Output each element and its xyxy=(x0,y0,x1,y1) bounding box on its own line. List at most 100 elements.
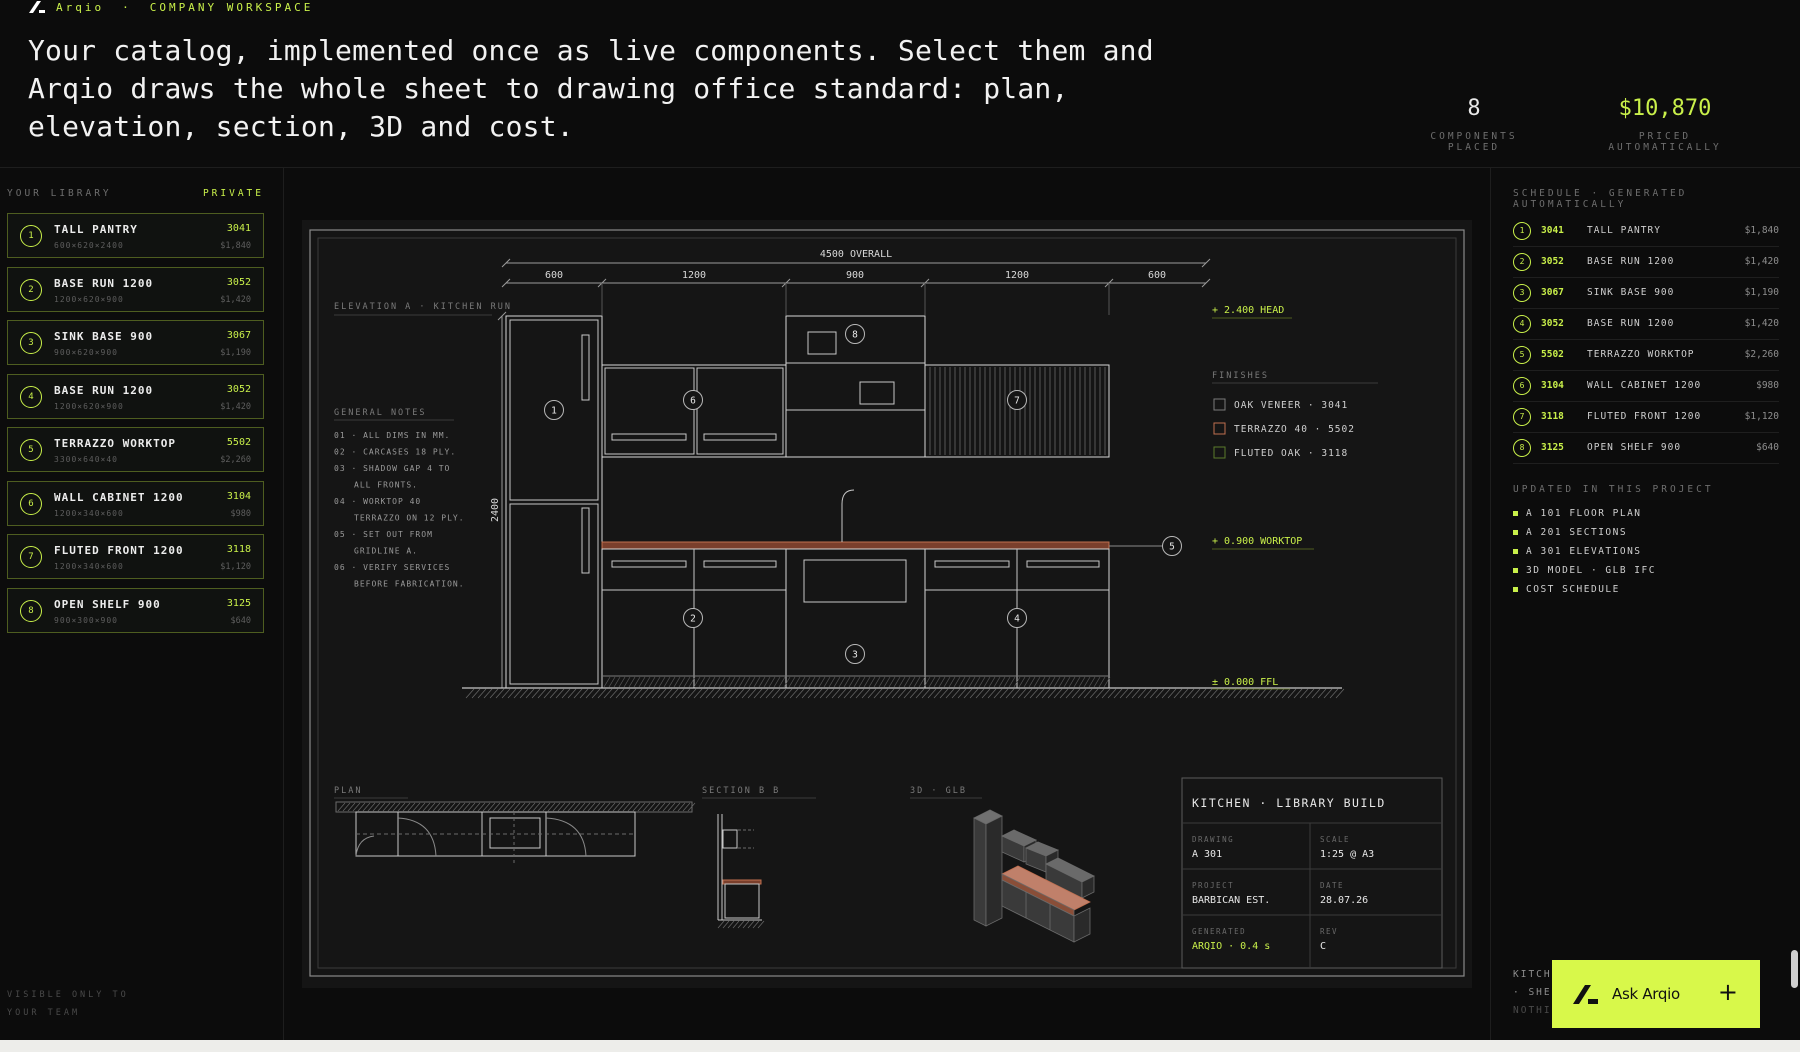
library-footer: VISIBLE ONLY TO YOUR TEAM xyxy=(7,986,129,1022)
note-line: GRIDLINE A. xyxy=(354,547,418,556)
level-worktop: + 0.900 WORKTOP xyxy=(1212,536,1302,547)
library-item[interactable]: 2 BASE RUN 1200 1200×620×900 3052 $1,420 xyxy=(7,266,264,312)
item-code: 3052 xyxy=(226,383,251,395)
item-price: $980 xyxy=(230,508,251,519)
item-code: 3125 xyxy=(226,597,251,609)
elevation-label: ELEVATION A · KITCHEN RUN xyxy=(334,302,512,312)
tb-scale: 1:25 @ A3 xyxy=(1320,849,1374,860)
item-dims: 3300×640×40 xyxy=(54,455,118,464)
notes-title: GENERAL NOTES xyxy=(334,408,427,418)
finish-label: FLUTED OAK · 3118 xyxy=(1234,448,1348,459)
floor-hatch xyxy=(465,688,1345,699)
row-code: 3125 xyxy=(1541,442,1564,453)
section-hatch xyxy=(717,920,765,929)
row-name: FLUTED FRONT 1200 xyxy=(1587,411,1702,422)
library-title: YOUR LIBRARY xyxy=(7,188,112,199)
item-name: BASE RUN 1200 xyxy=(54,276,154,290)
schedule-row[interactable]: 8 3125 OPEN SHELF 900 $640 xyxy=(1513,433,1779,464)
row-name: BASE RUN 1200 xyxy=(1587,318,1675,329)
library-item[interactable]: 4 BASE RUN 1200 1200×620×900 3052 $1,420 xyxy=(7,373,264,419)
updated-title: UPDATED IN THIS PROJECT xyxy=(1513,484,1714,495)
footer-line: NOTHI xyxy=(1513,1005,1552,1016)
row-price: $640 xyxy=(1756,442,1779,453)
elevation-drawing xyxy=(505,315,1111,689)
row-code: 3052 xyxy=(1541,318,1564,329)
schedule-footer: KITCH · SHE NOTHI xyxy=(1513,966,1552,1020)
library-item[interactable]: 7 FLUTED FRONT 1200 1200×340×600 3118 $1,120 xyxy=(7,534,264,579)
schedule-row[interactable]: 3 3067 SINK BASE 900 $1,190 xyxy=(1513,278,1779,309)
tb-project-label: PROJECT xyxy=(1192,881,1234,890)
item-name: OPEN SHELF 900 xyxy=(54,597,161,611)
row-number: 6 xyxy=(1513,377,1531,395)
row-price: $2,260 xyxy=(1744,349,1779,360)
scrollbar-thumb[interactable] xyxy=(1791,950,1798,988)
updated-item[interactable]: A 201 SECTIONS xyxy=(1513,527,1627,538)
bullet-icon xyxy=(1513,530,1518,535)
tb-generated: ARQIO · 0.4 s xyxy=(1192,941,1270,952)
schedule-row[interactable]: 6 3104 WALL CABINET 1200 $980 xyxy=(1513,371,1779,402)
row-price: $1,120 xyxy=(1744,411,1779,422)
library-item[interactable]: 5 TERRAZZO WORKTOP 3300×640×40 5502 $2,260 xyxy=(7,427,264,472)
plan-label: PLAN xyxy=(334,786,362,796)
library-panel: YOUR LIBRARY PRIVATE 1 TALL PANTRY 600×620… xyxy=(0,168,284,1052)
note-line: TERRAZZO ON 12 PLY. xyxy=(354,514,465,523)
item-number: 3 xyxy=(20,332,42,354)
item-code: 3052 xyxy=(226,276,251,288)
stat-label: PRICED AUTOMATICALLY xyxy=(1608,131,1722,153)
section-drawing xyxy=(717,814,762,921)
tb-date: 28.07.26 xyxy=(1320,895,1368,906)
updated-item[interactable]: A 101 FLOOR PLAN xyxy=(1513,508,1642,519)
schedule-row[interactable]: 7 3118 FLUTED FRONT 1200 $1,120 xyxy=(1513,402,1779,433)
library-item[interactable]: 6 WALL CABINET 1200 1200×340×600 3104 $980 xyxy=(7,480,264,526)
item-code: 3118 xyxy=(226,544,251,555)
drawing-sheet: 4500 OVERALL 600 1200 900 1200 600 ELEVA… xyxy=(309,229,1465,977)
item-code: 5502 xyxy=(226,437,251,448)
schedule-row[interactable]: 4 3052 BASE RUN 1200 $1,420 xyxy=(1513,309,1779,340)
footer-line: · SHE xyxy=(1513,987,1552,998)
finish-label: TERRAZZO 40 · 5502 xyxy=(1234,424,1355,435)
drawing-sheet-canvas[interactable]: 4500 OVERALL 600 1200 900 1200 600 ELEVA… xyxy=(302,220,1472,988)
finish-label: OAK VENEER · 3041 xyxy=(1234,400,1348,411)
tb-project: BARBICAN EST. xyxy=(1192,895,1270,906)
updated-item[interactable]: A 301 ELEVATIONS xyxy=(1513,546,1642,557)
footer-line: VISIBLE ONLY TO xyxy=(7,990,129,1000)
library-item[interactable]: 8 OPEN SHELF 900 900×300×900 3125 $640 xyxy=(7,587,264,633)
updated-item[interactable]: COST SCHEDULE xyxy=(1513,584,1620,595)
note-line: 02 · CARCASES 18 PLY. xyxy=(334,448,456,457)
finishes-title: FINISHES xyxy=(1212,371,1269,381)
item-name: TERRAZZO WORKTOP xyxy=(54,437,176,450)
general-notes: 01 · ALL DIMS IN MM. 02 · CARCASES 18 PLY… xyxy=(334,431,465,589)
item-code: 3067 xyxy=(226,330,251,341)
row-number: 4 xyxy=(1513,315,1531,333)
row-name: OPEN SHELF 900 xyxy=(1587,442,1682,453)
library-item[interactable]: 3 SINK BASE 900 900×620×900 3067 $1,190 xyxy=(7,320,264,365)
bullet-icon xyxy=(1513,568,1518,573)
item-dims: 900×300×900 xyxy=(54,615,118,625)
schedule-row[interactable]: 5 5502 TERRAZZO WORKTOP $2,260 xyxy=(1513,340,1779,371)
note-line: 03 · SHADOW GAP 4 TO xyxy=(334,464,450,473)
brand[interactable]: Arqio · COMPANY WORKSPACE xyxy=(28,0,313,14)
row-number: 5 xyxy=(1513,346,1531,364)
bottom-bar xyxy=(0,1040,1800,1052)
row-code: 3067 xyxy=(1541,287,1564,298)
row-code: 3052 xyxy=(1541,256,1564,267)
library-item[interactable]: 1 TALL PANTRY 600×620×2400 3041 $1,840 xyxy=(7,213,264,258)
ask-arqio-button[interactable]: Ask Arqio + xyxy=(1552,960,1760,1028)
private-badge: PRIVATE xyxy=(202,188,264,199)
updated-item[interactable]: 3D MODEL · GLB IFC xyxy=(1513,565,1656,576)
note-line: 01 · ALL DIMS IN MM. xyxy=(334,431,450,440)
ask-label: Ask Arqio xyxy=(1612,985,1680,1003)
tag-number: 1 xyxy=(551,406,557,417)
item-price: $1,420 xyxy=(220,294,251,305)
brand-separator: · xyxy=(122,0,132,14)
section-label: SECTION B B xyxy=(702,786,780,796)
row-number: 3 xyxy=(1513,284,1531,302)
updated-label: A 201 SECTIONS xyxy=(1526,527,1628,538)
item-dims: 1200×620×900 xyxy=(54,294,124,304)
finishes-legend: OAK VENEER · 3041 TERRAZZO 40 · 5502 FLUTE… xyxy=(1213,398,1355,459)
row-code: 5502 xyxy=(1541,349,1564,360)
dim-600-a: 600 xyxy=(545,270,563,281)
schedule-row[interactable]: 2 3052 BASE RUN 1200 $1,420 xyxy=(1513,247,1779,278)
schedule-row[interactable]: 1 3041 TALL PANTRY $1,840 xyxy=(1513,216,1779,247)
item-dims: 1200×340×600 xyxy=(54,562,124,571)
